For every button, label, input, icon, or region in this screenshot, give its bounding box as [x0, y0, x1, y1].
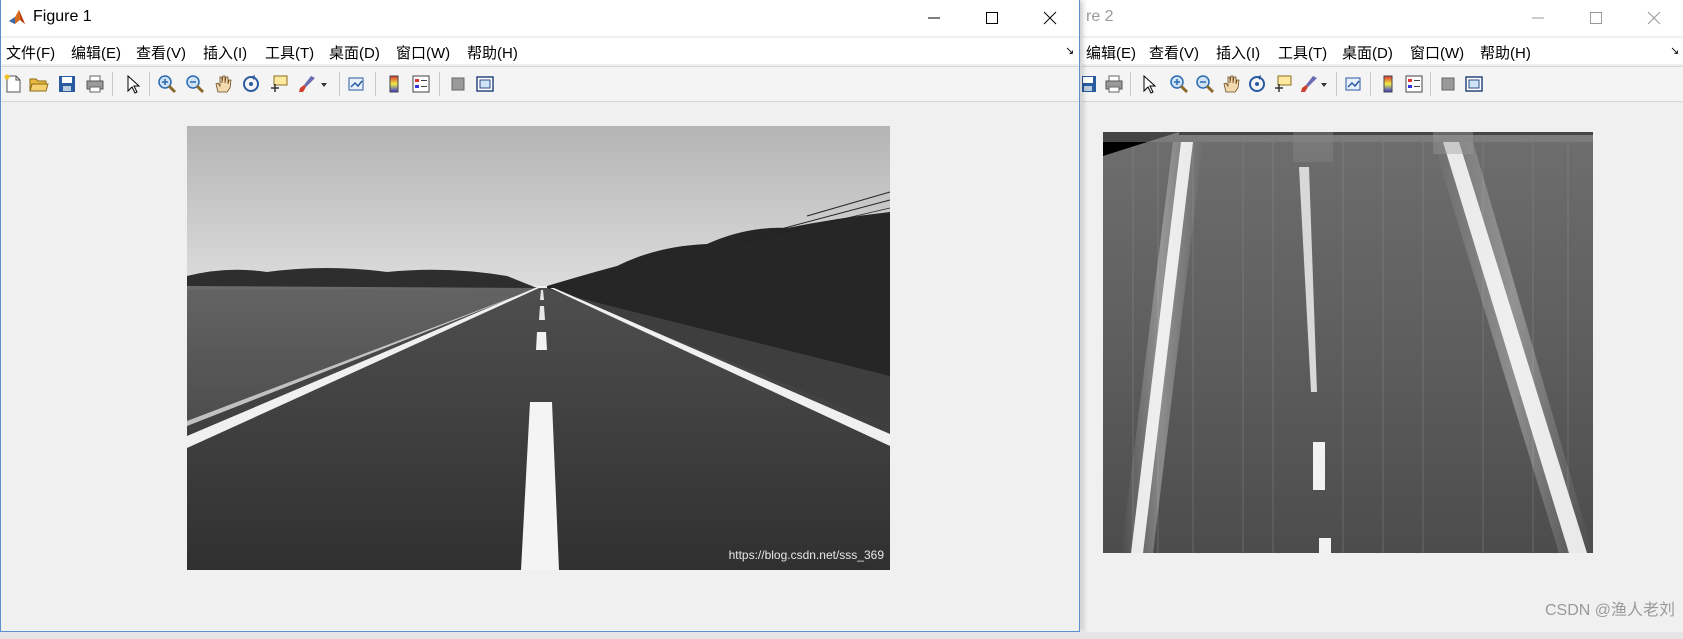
menu-desktop[interactable]: 桌面(D): [329, 42, 380, 63]
image-url-caption: https://blog.csdn.net/sss_369: [729, 548, 885, 562]
road-grayscale-image: https://blog.csdn.net/sss_369: [187, 126, 890, 570]
toolbar-separator: [1370, 72, 1371, 96]
figure2-minimize-button[interactable]: [1509, 0, 1567, 36]
data-cursor-icon[interactable]: [269, 74, 289, 94]
save-icon[interactable]: [57, 74, 77, 94]
menu-edit[interactable]: 编辑(E): [1086, 42, 1136, 63]
figure2-window: re 2 编辑(E) 查看(V) 插入(I) 工具(T) 桌面(D) 窗口(W)…: [1082, 0, 1683, 632]
close-icon: [1043, 11, 1057, 25]
menu-view[interactable]: 查看(V): [1149, 42, 1199, 63]
zoom-in-icon[interactable]: [157, 74, 177, 94]
toolbar-separator: [339, 72, 340, 96]
menu-edit[interactable]: 编辑(E): [71, 42, 121, 63]
maximize-icon: [986, 12, 998, 24]
menu-help[interactable]: 帮助(H): [1480, 42, 1531, 63]
menu-insert[interactable]: 插入(I): [1216, 42, 1260, 63]
birdseye-road-image: [1103, 132, 1593, 553]
minimize-icon: [928, 17, 940, 19]
figure2-maximize-button[interactable]: [1567, 0, 1625, 36]
brush-icon[interactable]: [297, 74, 317, 94]
hide-plot-tools-icon[interactable]: [448, 74, 468, 94]
link-plot-icon[interactable]: [347, 74, 367, 94]
zoom-out-icon[interactable]: [1195, 74, 1215, 94]
toolbar-separator: [112, 72, 113, 96]
figure1-maximize-button[interactable]: [963, 0, 1021, 36]
brush-dropdown-icon[interactable]: [319, 74, 329, 94]
menu-tools[interactable]: 工具(T): [265, 42, 314, 63]
menu-file[interactable]: 文件(F): [6, 42, 55, 63]
figure1-titlebar[interactable]: Figure 1: [1, 0, 1079, 36]
menu-insert[interactable]: 插入(I): [203, 42, 247, 63]
pan-hand-icon[interactable]: [1221, 74, 1241, 94]
toolbar-separator: [439, 72, 440, 96]
figure2-titlebar[interactable]: re 2: [1082, 0, 1683, 36]
brush-icon[interactable]: [1299, 74, 1319, 94]
matlab-logo-icon: [7, 8, 27, 28]
taskbar-edge: [0, 632, 1683, 639]
rotate-3d-icon[interactable]: [1247, 74, 1267, 94]
zoom-in-icon[interactable]: [1169, 74, 1189, 94]
zoom-out-icon[interactable]: [185, 74, 205, 94]
figure1-window: Figure 1 文件(F) 编辑(E) 查看(V) 插入(I) 工具(T) 桌…: [0, 0, 1080, 632]
insert-colorbar-icon[interactable]: [1378, 74, 1398, 94]
rotate-3d-icon[interactable]: [241, 74, 261, 94]
insert-legend-icon[interactable]: [1404, 74, 1424, 94]
figure1-minimize-button[interactable]: [905, 0, 963, 36]
select-arrow-icon[interactable]: [1139, 74, 1159, 94]
close-icon: [1647, 11, 1661, 25]
print-icon[interactable]: [1104, 74, 1124, 94]
toolbar-separator: [1430, 72, 1431, 96]
pan-hand-icon[interactable]: [213, 74, 233, 94]
save-icon[interactable]: [1082, 74, 1098, 94]
figure2-title: re 2: [1086, 8, 1114, 25]
print-icon[interactable]: [85, 74, 105, 94]
show-plot-tools-icon[interactable]: [1464, 74, 1484, 94]
figure2-close-button[interactable]: [1625, 0, 1683, 36]
figure2-menubar: 编辑(E) 查看(V) 插入(I) 工具(T) 桌面(D) 窗口(W) 帮助(H…: [1082, 38, 1683, 64]
figure1-menubar: 文件(F) 编辑(E) 查看(V) 插入(I) 工具(T) 桌面(D) 窗口(W…: [1, 38, 1079, 64]
toolbar-separator: [1336, 72, 1337, 96]
figure1-toolbar: [1, 66, 1079, 102]
insert-colorbar-icon[interactable]: [384, 74, 404, 94]
toolbar-separator: [375, 72, 376, 96]
link-plot-icon[interactable]: [1344, 74, 1364, 94]
menubar-dock-arrow-icon[interactable]: ↘: [1065, 44, 1074, 57]
maximize-icon: [1590, 12, 1602, 24]
new-figure-icon[interactable]: [3, 74, 23, 94]
insert-legend-icon[interactable]: [411, 74, 431, 94]
hide-plot-tools-icon[interactable]: [1438, 74, 1458, 94]
data-cursor-icon[interactable]: [1273, 74, 1293, 94]
open-file-icon[interactable]: [29, 74, 49, 94]
figure1-title: Figure 1: [33, 8, 92, 25]
minimize-icon: [1532, 17, 1544, 19]
csdn-watermark: CSDN @渔人老刘: [1544, 602, 1675, 619]
show-plot-tools-icon[interactable]: [475, 74, 495, 94]
menu-tools[interactable]: 工具(T): [1278, 42, 1327, 63]
menu-window[interactable]: 窗口(W): [396, 42, 450, 63]
menu-window[interactable]: 窗口(W): [1410, 42, 1464, 63]
select-arrow-icon[interactable]: [123, 74, 143, 94]
menu-view[interactable]: 查看(V): [136, 42, 186, 63]
menu-help[interactable]: 帮助(H): [467, 42, 518, 63]
brush-dropdown-icon[interactable]: [1319, 74, 1329, 94]
toolbar-separator: [149, 72, 150, 96]
figure2-toolbar: [1082, 66, 1683, 102]
toolbar-separator: [1130, 72, 1131, 96]
menu-desktop[interactable]: 桌面(D): [1342, 42, 1393, 63]
figure1-close-button[interactable]: [1021, 0, 1079, 36]
menubar-dock-arrow-icon[interactable]: ↘: [1670, 44, 1679, 57]
